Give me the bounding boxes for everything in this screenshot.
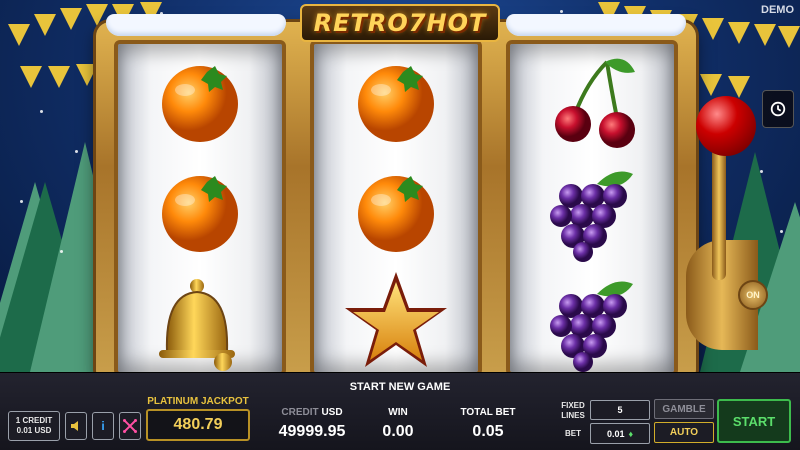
auto-button[interactable]: AUTO bbox=[654, 422, 714, 443]
lever-on-label: ON bbox=[738, 280, 768, 310]
bunting-flag bbox=[778, 26, 800, 48]
game-logo: RETRO7HOT bbox=[300, 4, 500, 42]
orange-symbol bbox=[162, 66, 238, 142]
reel-1 bbox=[114, 40, 286, 376]
status-message: START NEW GAME bbox=[349, 381, 451, 393]
reel-3 bbox=[506, 40, 678, 376]
grapes-symbol bbox=[550, 171, 633, 262]
info-button[interactable]: i bbox=[92, 412, 114, 440]
credit-value-line2: 0.01 USD bbox=[16, 426, 52, 435]
snow-cap bbox=[506, 14, 686, 36]
bet-label: BET bbox=[565, 429, 581, 438]
paylines-button[interactable] bbox=[119, 412, 141, 440]
bunting-flag bbox=[20, 66, 42, 88]
bet-value: 0.01 bbox=[606, 428, 625, 439]
cherries-symbol bbox=[555, 58, 635, 148]
bet-selector[interactable]: 0.01 ♦ bbox=[590, 423, 650, 444]
credit-value: 49999.95 bbox=[278, 423, 346, 440]
bunting-flag bbox=[728, 22, 750, 44]
win-label: WIN bbox=[388, 407, 408, 418]
slot-machine-frame bbox=[96, 14, 696, 384]
orange-symbol bbox=[358, 66, 434, 142]
credit-unit: USD bbox=[321, 407, 343, 418]
reel-2 bbox=[310, 40, 482, 376]
demo-label: DEMO bbox=[761, 4, 794, 16]
bell-symbol bbox=[159, 279, 235, 371]
fixed-lines-value: 5 bbox=[590, 400, 650, 420]
start-button[interactable]: START bbox=[717, 399, 791, 443]
snow-cap bbox=[106, 14, 286, 36]
orange-symbol bbox=[162, 176, 238, 252]
bunting-flag bbox=[8, 24, 30, 46]
bunting-flag bbox=[728, 76, 750, 98]
jackpot-value: 480.79 bbox=[146, 409, 250, 441]
bunting-flag bbox=[48, 66, 70, 88]
history-button[interactable] bbox=[762, 90, 794, 128]
win-value: 0.00 bbox=[382, 423, 414, 440]
credit-value-line1: 1 CREDIT bbox=[15, 416, 53, 425]
total-bet-value: 0.05 bbox=[472, 423, 504, 440]
bunting-flag bbox=[34, 14, 56, 36]
orange-symbol bbox=[358, 176, 434, 252]
sound-button[interactable] bbox=[65, 412, 87, 440]
credit-label-text: CREDIT bbox=[281, 407, 319, 418]
credit-label: CREDIT USD bbox=[262, 407, 362, 418]
bunting-flag bbox=[702, 18, 724, 40]
gamble-button[interactable]: GAMBLE bbox=[654, 399, 714, 419]
fixed-lines-label: FIXED LINES bbox=[561, 401, 585, 420]
star-symbol bbox=[345, 272, 447, 367]
history-icon bbox=[770, 101, 786, 117]
bunting-flag bbox=[700, 74, 722, 96]
bunting-flag bbox=[754, 24, 776, 46]
paylines-icon bbox=[123, 419, 137, 433]
lever-knob[interactable] bbox=[696, 96, 756, 156]
jackpot-label: PLATINUM JACKPOT bbox=[147, 396, 249, 407]
bunting-flag bbox=[60, 8, 82, 30]
speaker-icon bbox=[71, 421, 78, 431]
bet-stepper-icon: ♦ bbox=[628, 428, 634, 439]
info-icon: i bbox=[101, 419, 105, 433]
bunting-flag bbox=[76, 64, 98, 86]
total-bet-label: TOTAL BET bbox=[460, 407, 516, 418]
credit-value-button[interactable]: 1 CREDIT 0.01 USD bbox=[8, 411, 60, 441]
grapes-symbol bbox=[550, 281, 633, 372]
